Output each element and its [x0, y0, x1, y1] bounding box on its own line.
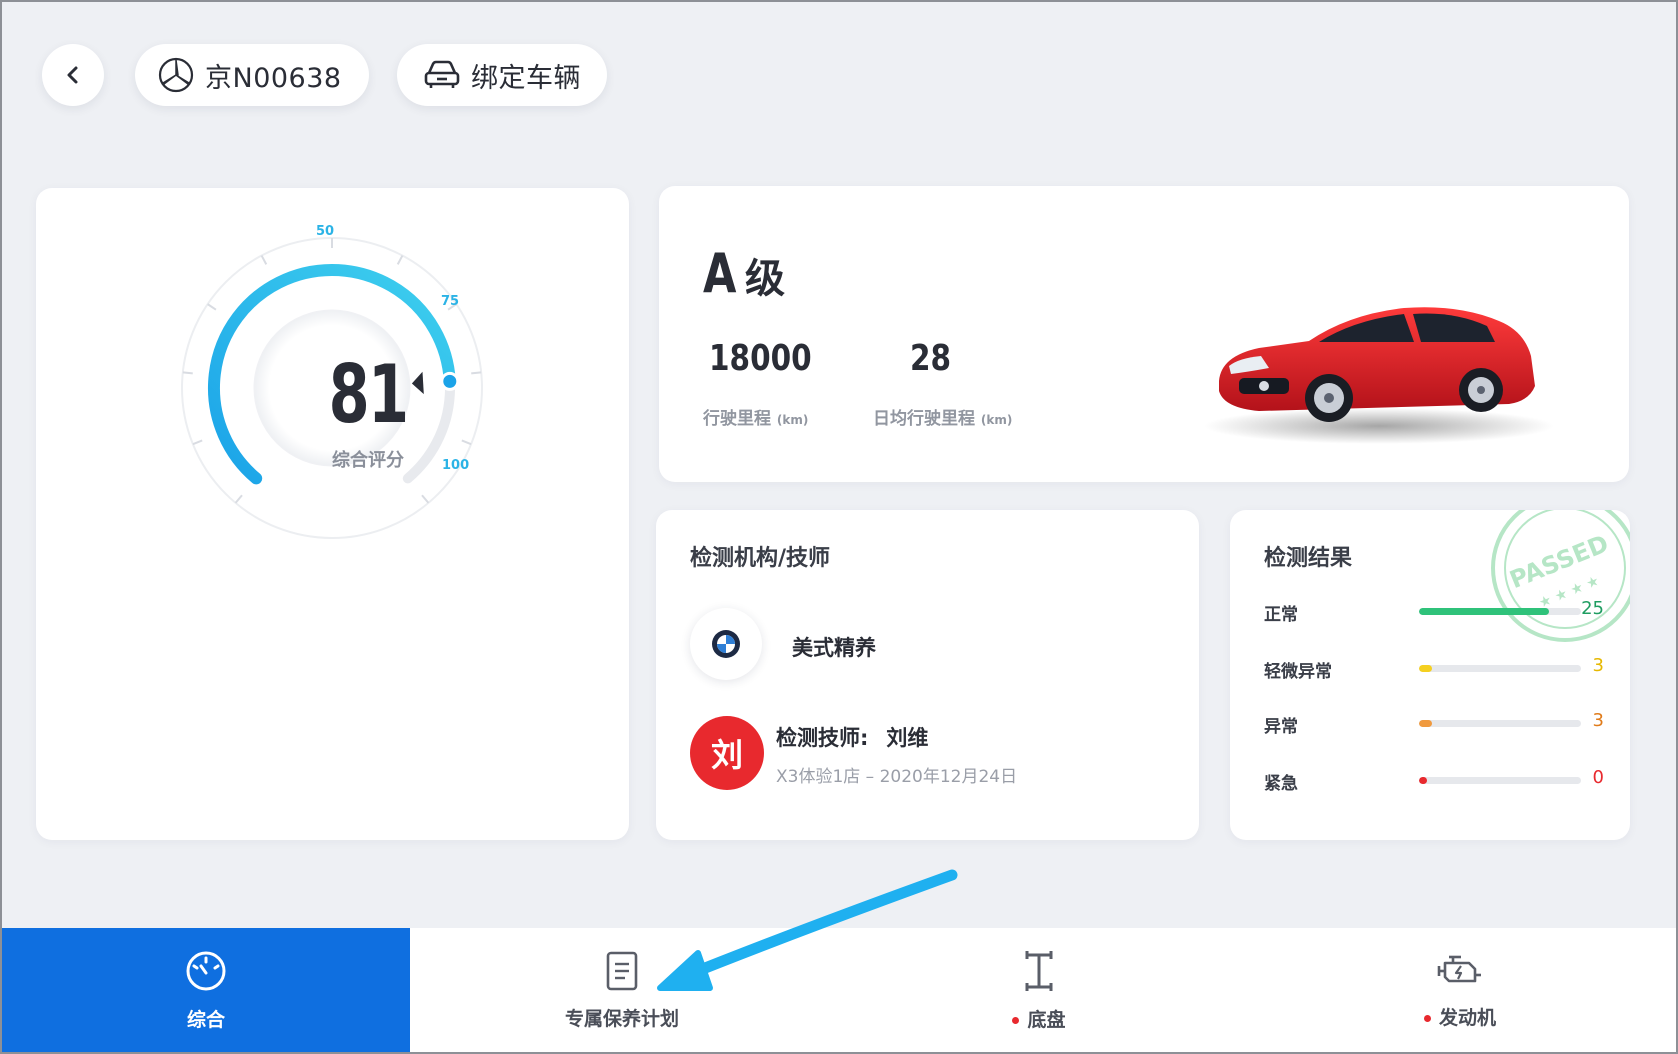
- result-row-bar-fill: [1419, 665, 1432, 672]
- vehicle-plate-pill[interactable]: 京N00638: [135, 44, 369, 106]
- car-image: [1204, 307, 1554, 444]
- technician-avatar: 刘: [690, 716, 764, 790]
- chassis-icon: [1025, 950, 1053, 991]
- result-row: 紧急 0: [1264, 767, 1604, 794]
- tab-engine[interactable]: 发动机: [1244, 928, 1676, 1052]
- gauge-tick: [207, 303, 217, 311]
- org-logo: [690, 608, 762, 680]
- daily-mileage-label: 日均行驶里程 (km): [873, 404, 1012, 429]
- org-name: 美式精养: [792, 636, 876, 660]
- result-card-title: 检测结果: [1264, 546, 1353, 571]
- result-row-count: 3: [1592, 710, 1604, 731]
- result-row-bar: [1419, 665, 1581, 672]
- gauge-tick: [461, 439, 472, 446]
- result-row-count: 0: [1592, 767, 1604, 788]
- org-card-title: 检测机构/技师: [690, 546, 831, 571]
- mileage-value: 18000: [709, 338, 812, 379]
- chevron-left-icon: [67, 66, 78, 84]
- result-row-label: 正常: [1264, 605, 1298, 625]
- back-button[interactable]: [42, 44, 104, 106]
- alert-dot: [1423, 1014, 1431, 1022]
- result-row-bar-fill: [1419, 720, 1432, 727]
- mileage-unit: (km): [776, 413, 809, 427]
- grade-letter: A: [703, 242, 737, 305]
- tab-label: 发动机: [1438, 1006, 1496, 1029]
- tab-label: 底盘: [1027, 1008, 1066, 1031]
- bmw-logo-icon: [712, 630, 740, 658]
- gauge-tick: [260, 255, 268, 265]
- result-row-label: 紧急: [1264, 774, 1298, 794]
- daily-mileage-value: 28: [910, 338, 952, 379]
- result-row-bar: [1419, 608, 1581, 615]
- gauge-tick-label: 50: [316, 224, 335, 239]
- mileage-label-text: 行驶里程: [703, 409, 771, 429]
- mercedes-logo-icon: [158, 57, 194, 93]
- gauge-tick-label: 75: [441, 294, 460, 309]
- plate-number: 京N00638: [205, 62, 342, 94]
- alert-dot: [1012, 1016, 1020, 1024]
- gauge-tick: [471, 371, 482, 375]
- result-row-label: 轻微异常: [1264, 662, 1332, 682]
- result-row: 轻微异常 3: [1264, 655, 1604, 682]
- car-front-icon: [424, 60, 460, 88]
- result-row-count: 25: [1581, 598, 1604, 619]
- result-row-bar: [1419, 777, 1581, 784]
- gauge-tick: [396, 255, 404, 265]
- score-value: 81: [328, 348, 409, 441]
- tab-label: 综合: [186, 1008, 225, 1031]
- technician-store-date: X3体验1店 – 2020年12月24日: [776, 767, 1018, 787]
- result-row-bar-fill: [1419, 608, 1549, 615]
- result-row-bar: [1419, 720, 1581, 727]
- overall-score-card: 50 75 100 81 综合评分: [36, 188, 629, 840]
- daily-mileage-label-text: 日均行驶里程: [873, 409, 975, 429]
- result-row: 异常 3: [1264, 710, 1604, 737]
- mileage-label: 行驶里程 (km): [703, 404, 808, 429]
- inspection-org-card: 检测机构/技师 美式精养 刘 检测技师: 刘维 X3体验1店 – 2020年12月…: [656, 510, 1199, 840]
- bind-vehicle-button[interactable]: 绑定车辆: [397, 44, 607, 106]
- gauge-tick: [192, 439, 203, 446]
- tab-overview[interactable]: 综合: [2, 928, 410, 1052]
- grade-suffix: 级: [745, 256, 785, 302]
- result-row: 正常 25: [1264, 598, 1604, 625]
- technician-label: 检测技师:: [776, 726, 869, 750]
- result-row-bar-fill: [1419, 777, 1428, 784]
- technician-name: 刘维: [886, 726, 929, 750]
- passed-stamp: PASSED ★ ★ ★ ★: [1491, 510, 1630, 642]
- tab-label-wrap: 发动机: [1423, 1003, 1496, 1030]
- inspection-result-card: PASSED ★ ★ ★ ★ 检测结果 正常 25 轻微异常 3 异常 3 紧急 0: [1230, 510, 1630, 840]
- speedometer-icon: [186, 951, 226, 990]
- technician-line: 检测技师: 刘维: [776, 722, 928, 752]
- bind-vehicle-label: 绑定车辆: [471, 62, 581, 94]
- gauge-tick: [182, 371, 193, 375]
- score-label: 综合评分: [332, 450, 404, 471]
- vehicle-grade-card: A 级 18000 行驶里程 (km) 28 日均行驶里程 (km): [659, 186, 1629, 482]
- engine-icon: [1437, 955, 1481, 982]
- annotation-arrow: [657, 869, 958, 991]
- result-row-label: 异常: [1264, 717, 1298, 737]
- daily-mileage-unit: (km): [980, 413, 1013, 427]
- tab-label-wrap: 底盘: [1012, 1005, 1066, 1032]
- result-row-count: 3: [1592, 655, 1604, 676]
- gauge-tick: [234, 494, 243, 504]
- gauge-tick: [421, 494, 430, 504]
